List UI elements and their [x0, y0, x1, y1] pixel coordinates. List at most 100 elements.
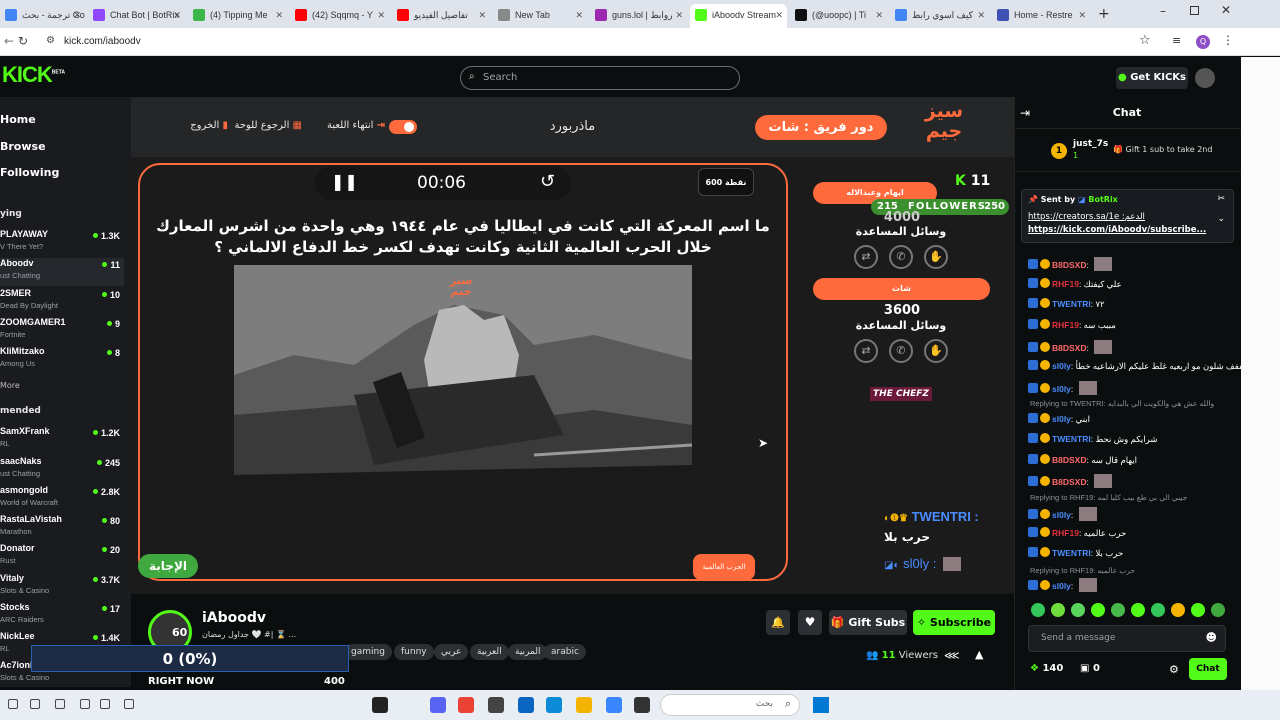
browser-tab[interactable]: تفاصيل الفيديو ✕	[392, 4, 490, 26]
back-icon[interactable]: ←	[4, 34, 14, 48]
kick-logo[interactable]: KICKBETA	[2, 62, 65, 88]
emote-icon[interactable]	[1131, 603, 1145, 617]
chat-settings-icon[interactable]: ⚙	[1169, 663, 1179, 676]
stream-tag[interactable]: العربية	[470, 644, 509, 660]
lang-icon[interactable]	[8, 699, 18, 709]
monitor-icon[interactable]	[30, 699, 40, 709]
taskbar-discord-icon[interactable]	[430, 697, 446, 713]
unpin-icon[interactable]: ✂	[1217, 194, 1225, 204]
browser-tab[interactable]: Chat Bot | BotRix ✕	[88, 4, 185, 26]
nav-browse[interactable]: Browse	[0, 140, 46, 153]
minimize-icon[interactable]: –	[1160, 4, 1166, 18]
browser-menu-icon[interactable]: ⋮	[1222, 33, 1234, 47]
sidebar-channel[interactable]: Vitaly Slots & Casino 3.7K	[0, 573, 124, 601]
swap-helper-icon[interactable]: ⇄	[854, 339, 878, 363]
browser-tab[interactable]: guns.lol | روابط ✕	[590, 4, 687, 26]
stream-tag[interactable]: arabic	[544, 644, 586, 660]
sidebar-channel[interactable]: PLAYAWAY V There Yet? 1.3K	[0, 229, 124, 257]
start-button[interactable]	[813, 697, 829, 713]
chat-message[interactable]: B8DSXD:	[1028, 474, 1113, 488]
browser-tab[interactable]: (4) Tipping Me ✕	[188, 4, 287, 26]
taskbar-search[interactable]: بحث ⌕	[660, 694, 800, 716]
hand-helper-icon[interactable]: ✋	[924, 339, 948, 363]
back-to-board-button[interactable]: الرجوع للوحة ▦	[230, 120, 302, 131]
tab-close-icon[interactable]: ✕	[977, 4, 985, 26]
browser-tab[interactable]: ترجمة - بحث Google✕	[0, 4, 85, 26]
chat-message[interactable]: RHF19: علي كيفتك	[1028, 278, 1122, 290]
browser-tab[interactable]: كيف اسوي رابط ✕	[890, 4, 989, 26]
emote-icon[interactable]	[1051, 603, 1065, 617]
collapse-chat-icon[interactable]: ⇥	[1020, 106, 1030, 120]
phone-icon[interactable]	[55, 699, 65, 709]
url-text[interactable]: kick.com/iaboodv	[64, 28, 141, 56]
show-hidden-icon[interactable]	[124, 699, 134, 709]
chat-username[interactable]: sl0ly	[1052, 361, 1071, 371]
wifi-icon[interactable]	[100, 699, 110, 709]
emote-icon[interactable]	[1111, 603, 1125, 617]
channel-name[interactable]: iAboodv	[202, 610, 266, 626]
emote-icon[interactable]	[1211, 603, 1225, 617]
get-kicks-button[interactable]: ● Get KICKs	[1116, 67, 1188, 89]
follow-button[interactable]: ♥	[798, 610, 822, 635]
chat-message[interactable]: sl0ly:	[1028, 507, 1097, 521]
sidebar-channel[interactable]: Donator Rust 20	[0, 543, 124, 571]
taskbar-edge-icon[interactable]	[546, 697, 562, 713]
chat-username[interactable]: sl0ly	[1052, 581, 1071, 591]
taskbar-app2-icon[interactable]	[634, 697, 650, 713]
emote-icon[interactable]	[1091, 603, 1105, 617]
close-window-icon[interactable]: ✕	[1221, 3, 1231, 17]
gift-subs-button[interactable]: 🎁 Gift Subs	[829, 610, 907, 635]
bookmark-star-icon[interactable]: ☆	[1139, 33, 1151, 48]
chat-message[interactable]: TWENTRI: ٧٢	[1028, 298, 1105, 310]
new-tab-button[interactable]: +	[1098, 6, 1110, 22]
stream-tag[interactable]: المربية	[508, 644, 548, 660]
share-icon[interactable]: ⋘	[944, 649, 960, 662]
chat-message[interactable]: B8DSXD:	[1028, 340, 1113, 354]
chat-message[interactable]: sl0ly:	[1028, 578, 1097, 592]
mic-icon[interactable]	[80, 699, 90, 709]
media-control-icon[interactable]: ≡	[1172, 34, 1181, 47]
chat-send-button[interactable]: Chat	[1189, 658, 1227, 680]
taskbar-obs-icon[interactable]	[372, 697, 388, 713]
emoji-icon[interactable]: ☻	[1206, 631, 1217, 644]
profile-avatar[interactable]: Q	[1196, 35, 1210, 49]
site-info-icon[interactable]: ⚙	[46, 35, 55, 46]
emote-icon[interactable]	[1071, 603, 1085, 617]
emote-icon[interactable]	[1151, 603, 1165, 617]
gift-sub-action[interactable]: 🎁 Gift 1 sub to take 2nd	[1113, 145, 1212, 154]
chat-username[interactable]: RHF19	[1052, 320, 1079, 330]
tab-close-icon[interactable]: ✕	[1078, 4, 1086, 26]
subscribe-button[interactable]: ✧ Subscribe	[913, 610, 995, 635]
report-icon[interactable]: ▲	[975, 648, 983, 661]
chat-username[interactable]: B8DSXD	[1052, 343, 1086, 353]
tab-close-icon[interactable]: ✕	[275, 4, 283, 26]
chat-username[interactable]: TWENTRI	[1052, 434, 1091, 444]
search-input[interactable]: ⌕ Search	[460, 66, 740, 90]
chat-message[interactable]: RHF19: حرب عالميه	[1028, 527, 1126, 539]
chat-username[interactable]: sl0ly	[1052, 414, 1071, 424]
stream-tag[interactable]: funny	[394, 644, 434, 660]
browser-tab[interactable]: New Tab ✕	[493, 4, 587, 26]
swap-helper-icon[interactable]: ⇄	[854, 245, 878, 269]
chat-message[interactable]: sl0ly: ابني	[1028, 413, 1090, 425]
chat-input[interactable]: Send a message ☻	[1028, 625, 1226, 652]
chat-message[interactable]: sl0ly:	[1028, 381, 1097, 395]
nav-following[interactable]: Following	[0, 166, 59, 179]
taskbar-app-icon[interactable]	[488, 697, 504, 713]
notifications-button[interactable]: 🔔	[766, 610, 790, 635]
sidebar-channel[interactable]: KliMitzako Among Us 8	[0, 346, 124, 374]
nav-home[interactable]: Home	[0, 113, 36, 126]
chat-message[interactable]: B8DSXD: ايهام قال سه	[1028, 454, 1137, 466]
end-game-button[interactable]: انتهاء اللعبة ⇥	[305, 120, 385, 131]
chat-username[interactable]: TWENTRI	[1052, 299, 1091, 309]
sidebar-channel[interactable]: Stocks ARC Raiders 17	[0, 602, 124, 630]
call-helper-icon[interactable]: ✆	[889, 245, 913, 269]
sidebar-channel[interactable]: ZOOMGAMER1 Fortnite 9	[0, 317, 124, 345]
maximize-icon[interactable]	[1190, 6, 1199, 15]
chat-username[interactable]: sl0ly	[1052, 510, 1071, 520]
chat-username[interactable]: RHF19	[1052, 528, 1079, 538]
tab-close-icon[interactable]: ✕	[875, 4, 883, 26]
chat-username[interactable]: RHF19	[1052, 279, 1079, 289]
tab-close-icon[interactable]: ✕	[775, 4, 783, 26]
sidebar-channel[interactable]: saacNaks ust Chatting 245	[0, 456, 124, 484]
